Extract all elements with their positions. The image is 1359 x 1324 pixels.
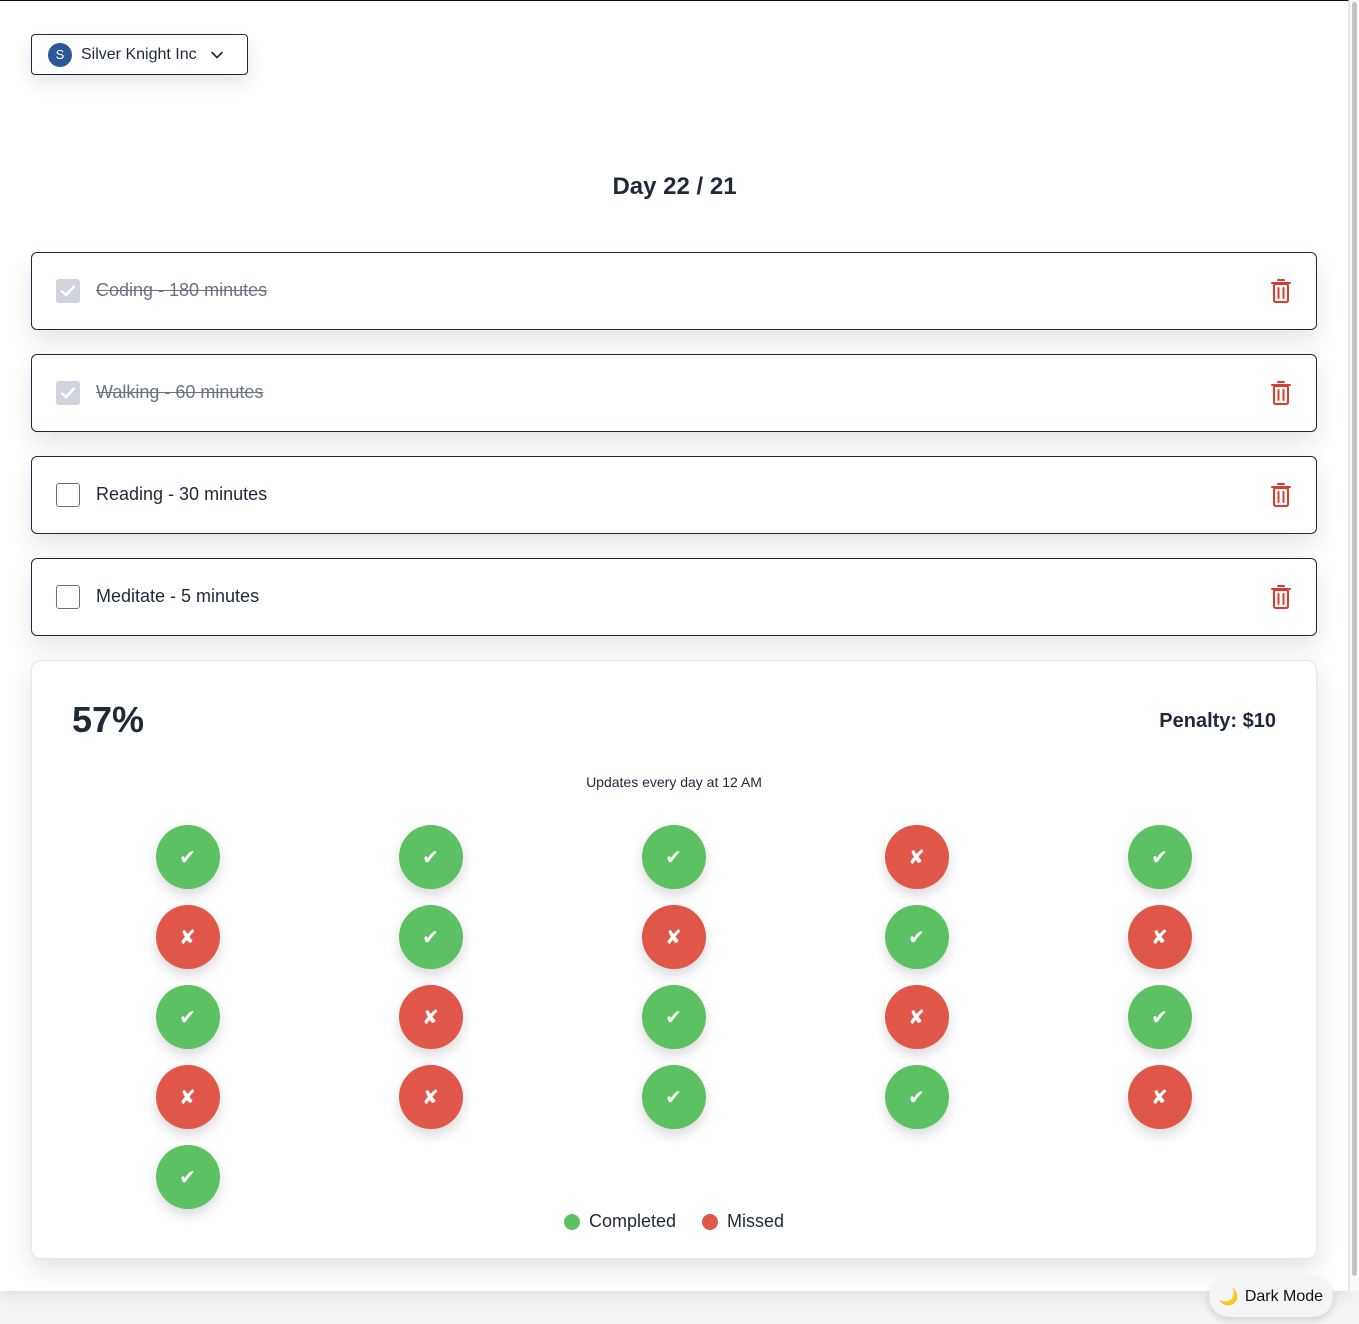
- day-missed-icon: ✘: [155, 1065, 220, 1129]
- task-item-meditate: Meditate - 5 minutes: [31, 558, 1317, 636]
- chevron-down-icon: [210, 49, 223, 61]
- dark-mode-toggle[interactable]: 🌙 Dark Mode: [1209, 1277, 1333, 1317]
- day-completed-icon: ✔: [398, 825, 463, 889]
- trash-icon[interactable]: [1270, 380, 1292, 406]
- task-item-walking: Walking - 60 minutes: [31, 354, 1317, 432]
- day-cell: ✔: [1038, 985, 1281, 1065]
- day-cell: ✘: [795, 825, 1038, 905]
- task-checkbox[interactable]: [56, 381, 80, 405]
- missed-swatch: [702, 1213, 719, 1230]
- day-cell: ✔: [309, 825, 552, 905]
- day-completed-icon: ✔: [155, 1145, 220, 1209]
- task-item-coding: Coding - 180 minutes: [31, 252, 1317, 330]
- day-missed-icon: ✘: [641, 905, 706, 969]
- page: S Silver Knight Inc Day 22 / 21 Coding -…: [0, 0, 1349, 1291]
- day-completed-icon: ✔: [884, 1065, 949, 1129]
- day-completed-icon: ✔: [398, 905, 463, 969]
- day-cell: ✔: [552, 1065, 795, 1145]
- task-checkbox[interactable]: [56, 279, 80, 303]
- day-cell: ✔: [552, 985, 795, 1065]
- day-cell: ✘: [1038, 1065, 1281, 1145]
- day-cell: ✘: [552, 905, 795, 985]
- org-name: Silver Knight Inc: [81, 45, 197, 63]
- legend: Completed Missed: [32, 1211, 1316, 1232]
- day-cell: ✔: [66, 825, 309, 905]
- day-cell: ✘: [66, 1065, 309, 1145]
- task-label: Walking - 60 minutes: [96, 382, 264, 402]
- day-missed-icon: ✘: [398, 1065, 463, 1129]
- day-status-grid: ✔ ✔ ✔ ✘ ✔ ✘ ✔ ✘ ✔ ✘ ✔ ✘ ✔ ✘ ✔ ✘ ✘ ✔ ✔ ✘ ✔: [32, 825, 1318, 1225]
- day-completed-icon: ✔: [155, 985, 220, 1049]
- day-cell: ✘: [1038, 905, 1281, 985]
- completed-swatch: [563, 1213, 580, 1230]
- day-completed-icon: ✔: [641, 985, 706, 1049]
- task-label: Coding - 180 minutes: [96, 280, 268, 300]
- day-missed-icon: ✘: [1127, 905, 1192, 969]
- legend-missed-label: Missed: [727, 1211, 785, 1231]
- task-checkbox[interactable]: [56, 585, 80, 609]
- day-missed-icon: ✘: [155, 905, 220, 969]
- day-completed-icon: ✔: [884, 905, 949, 969]
- day-cell: ✔: [795, 1065, 1038, 1145]
- day-cell: ✔: [66, 985, 309, 1065]
- day-completed-icon: ✔: [155, 825, 220, 889]
- legend-completed: Completed: [563, 1211, 677, 1232]
- day-cell: ✘: [66, 905, 309, 985]
- trash-icon[interactable]: [1270, 584, 1292, 610]
- task-checkbox[interactable]: [56, 483, 80, 507]
- day-cell: ✘: [309, 1065, 552, 1145]
- org-avatar: S: [48, 42, 72, 67]
- trash-icon[interactable]: [1270, 482, 1292, 508]
- progress-card: 57% Penalty: $10 Updates every day at 12…: [31, 660, 1317, 1259]
- org-switcher[interactable]: S Silver Knight Inc: [31, 34, 248, 75]
- day-cell: ✔: [309, 905, 552, 985]
- task-label: Reading - 30 minutes: [96, 484, 268, 504]
- scrollbar-thumb[interactable]: [1352, 2, 1357, 1276]
- day-cell: ✘: [309, 985, 552, 1065]
- task-item-reading: Reading - 30 minutes: [31, 456, 1317, 534]
- dark-mode-label: Dark Mode: [1244, 1288, 1324, 1305]
- day-cell: ✔: [552, 825, 795, 905]
- update-note: Updates every day at 12 AM: [586, 774, 762, 790]
- day-missed-icon: ✘: [884, 825, 949, 889]
- page-title: Day 22 / 21: [612, 173, 737, 200]
- day-cell: ✔: [795, 905, 1038, 985]
- day-missed-icon: ✘: [398, 985, 463, 1049]
- day-missed-icon: ✘: [1127, 1065, 1192, 1129]
- day-cell: ✘: [795, 985, 1038, 1065]
- legend-missed: Missed: [702, 1211, 784, 1232]
- day-missed-icon: ✘: [884, 985, 949, 1049]
- moon-icon: 🌙: [1218, 1289, 1239, 1306]
- day-completed-icon: ✔: [641, 1065, 706, 1129]
- task-label: Meditate - 5 minutes: [96, 586, 260, 606]
- penalty-amount: Penalty: $10: [1159, 710, 1276, 732]
- completion-percent: 57%: [72, 699, 145, 740]
- trash-icon[interactable]: [1270, 278, 1292, 304]
- day-cell: ✔: [1038, 825, 1281, 905]
- day-completed-icon: ✔: [1127, 985, 1192, 1049]
- day-completed-icon: ✔: [1127, 825, 1192, 889]
- day-completed-icon: ✔: [641, 825, 706, 889]
- legend-completed-label: Completed: [588, 1211, 677, 1231]
